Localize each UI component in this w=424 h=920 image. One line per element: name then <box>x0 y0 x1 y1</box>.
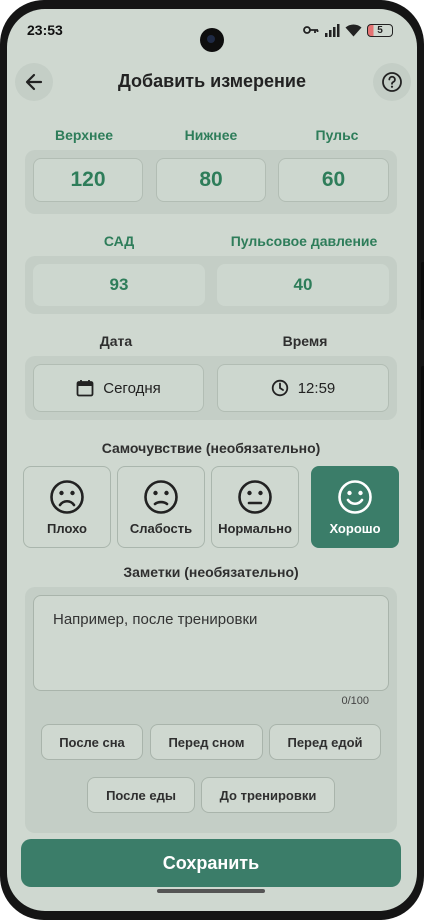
date-label: Дата <box>99 333 133 349</box>
mood-label: Нормально <box>218 521 292 536</box>
notes-placeholder: Например, после тренировки <box>53 611 258 628</box>
app-screen: 23:53 5 Добавить измерение Верхнее Нижне… <box>7 9 417 911</box>
page-title: Добавить измерение <box>117 71 307 91</box>
neutral-face-icon <box>238 480 272 514</box>
chip-before-workout[interactable]: До тренировки <box>201 777 335 813</box>
mood-label: Слабость <box>129 521 193 536</box>
status-icons: 5 <box>303 22 393 38</box>
home-indicator[interactable] <box>157 889 265 893</box>
diastolic-input[interactable]: 80 <box>156 158 266 202</box>
key-icon <box>303 26 319 34</box>
sad-face-icon <box>50 480 84 514</box>
help-button[interactable] <box>373 63 411 101</box>
pulse-value: 60 <box>321 168 346 191</box>
slightly-sad-face-icon <box>144 480 178 514</box>
app-bar: Добавить измерение <box>7 57 417 105</box>
pulse-input[interactable]: 60 <box>278 158 389 202</box>
notes-counter: 0/100 <box>341 695 369 707</box>
map-field: 93 <box>33 264 205 306</box>
mood-option-weak[interactable]: Слабость <box>117 466 205 548</box>
pulse-pressure-value: 40 <box>293 275 313 294</box>
diastolic-value: 80 <box>199 168 223 191</box>
mood-label: Хорошо <box>329 521 381 536</box>
happy-face-icon <box>338 480 372 514</box>
mood-option-good[interactable]: Хорошо <box>311 466 399 548</box>
time-label: Время <box>282 333 328 349</box>
time-value: 12:59 <box>297 379 336 397</box>
systolic-value: 120 <box>70 168 106 191</box>
map-value: 93 <box>109 275 129 294</box>
battery-level: 5 <box>377 24 383 36</box>
status-time: 23:53 <box>27 22 63 38</box>
datetime-panel: Сегодня 12:59 <box>25 356 397 420</box>
systolic-input[interactable]: 120 <box>33 158 143 202</box>
clock-icon <box>271 379 288 397</box>
notes-input[interactable]: Например, после тренировки <box>33 595 389 691</box>
pulse-pressure-field: 40 <box>217 264 389 306</box>
signal-icon <box>325 23 340 37</box>
derived-panel: 93 40 <box>25 256 397 314</box>
wifi-icon <box>345 24 362 36</box>
systolic-label: Верхнее <box>54 127 114 143</box>
chip-after-sleep[interactable]: После сна <box>41 724 143 760</box>
mood-option-normal[interactable]: Нормально <box>211 466 299 548</box>
front-camera <box>200 28 224 52</box>
date-picker[interactable]: Сегодня <box>33 364 204 412</box>
chip-after-meal[interactable]: После еды <box>87 777 195 813</box>
pulse-pressure-label: Пульсовое давление <box>230 233 378 249</box>
notes-label: Заметки (необязательно) <box>123 564 299 580</box>
save-button[interactable]: Сохранить <box>21 839 401 887</box>
diastolic-label: Нижнее <box>184 127 238 143</box>
help-circle-icon <box>382 72 402 92</box>
mood-label: Плохо <box>47 521 87 536</box>
mood-option-bad[interactable]: Плохо <box>23 466 111 548</box>
chip-before-meal[interactable]: Перед едой <box>269 724 381 760</box>
wellbeing-label: Самочувствие (необязательно) <box>101 440 321 456</box>
time-picker[interactable]: 12:59 <box>217 364 389 412</box>
date-value: Сегодня <box>103 379 161 397</box>
map-label: САД <box>103 233 135 249</box>
chip-before-sleep[interactable]: Перед сном <box>150 724 263 760</box>
phone-frame: 23:53 5 Добавить измерение Верхнее Нижне… <box>0 0 424 920</box>
battery-icon: 5 <box>367 23 393 37</box>
pulse-label: Пульс <box>315 127 359 143</box>
status-bar: 23:53 5 <box>7 9 417 52</box>
calendar-icon <box>76 380 94 397</box>
pressure-panel: 120 80 60 <box>25 150 397 214</box>
